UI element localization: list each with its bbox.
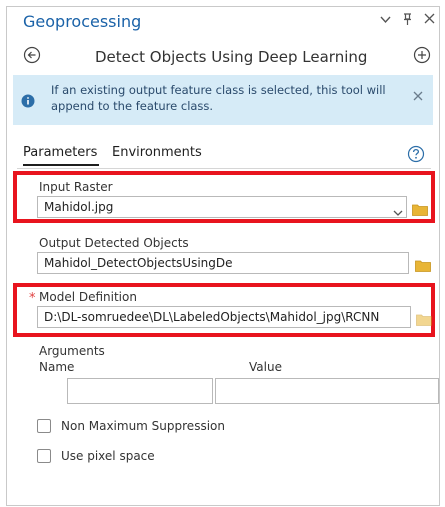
tool-header: Detect Objects Using Deep Learning (7, 41, 439, 71)
tab-parameters[interactable]: Parameters (23, 145, 97, 160)
help-icon[interactable] (407, 145, 425, 163)
tab-environments[interactable]: Environments (112, 145, 202, 160)
arguments-value-header: Value (249, 360, 282, 374)
info-icon (21, 93, 35, 108)
output-objects-label: Output Detected Objects (39, 236, 189, 250)
required-marker: * (29, 291, 36, 306)
nms-option[interactable]: Non Maximum Suppression (37, 417, 225, 435)
pixel-space-label: Use pixel space (61, 449, 155, 463)
argument-name-input[interactable] (67, 378, 213, 404)
pixel-space-option[interactable]: Use pixel space (37, 447, 155, 465)
input-raster-label: Input Raster (39, 180, 113, 194)
folder-icon[interactable] (412, 201, 428, 216)
model-definition-field[interactable]: D:\DL-somruedee\DL\LabeledObjects\Mahido… (37, 306, 411, 328)
close-icon[interactable] (423, 13, 435, 30)
close-icon[interactable] (413, 89, 423, 105)
active-tab-indicator (23, 164, 99, 166)
chevron-down-icon[interactable] (393, 203, 403, 216)
nms-checkbox[interactable] (37, 419, 51, 433)
nms-label: Non Maximum Suppression (61, 419, 225, 433)
folder-icon[interactable] (416, 311, 432, 326)
chevron-down-icon[interactable] (379, 13, 391, 30)
arguments-name-header: Name (39, 360, 75, 374)
info-banner: If an existing output feature class is s… (13, 75, 433, 125)
pixel-space-checkbox[interactable] (37, 449, 51, 463)
model-definition-label: Model Definition (39, 290, 137, 304)
arguments-label: Arguments (39, 344, 105, 358)
tool-title: Detect Objects Using Deep Learning (95, 48, 368, 66)
pane-titlebar: Geoprocessing (7, 7, 439, 39)
folder-icon[interactable] (415, 257, 431, 272)
pane-title: Geoprocessing (23, 12, 142, 31)
argument-value-input[interactable] (215, 378, 439, 404)
pin-icon[interactable] (401, 13, 413, 30)
input-raster-field[interactable]: Mahidol.jpg (37, 196, 407, 218)
back-arrow-icon[interactable] (23, 46, 41, 64)
tab-divider (17, 168, 431, 169)
add-icon[interactable] (413, 46, 431, 64)
output-objects-field[interactable]: Mahidol_DetectObjectsUsingDe (37, 252, 409, 274)
geoprocessing-pane: Geoprocessing Detect Objects Using Deep … (6, 6, 440, 506)
info-message: If an existing output feature class is s… (51, 83, 386, 113)
